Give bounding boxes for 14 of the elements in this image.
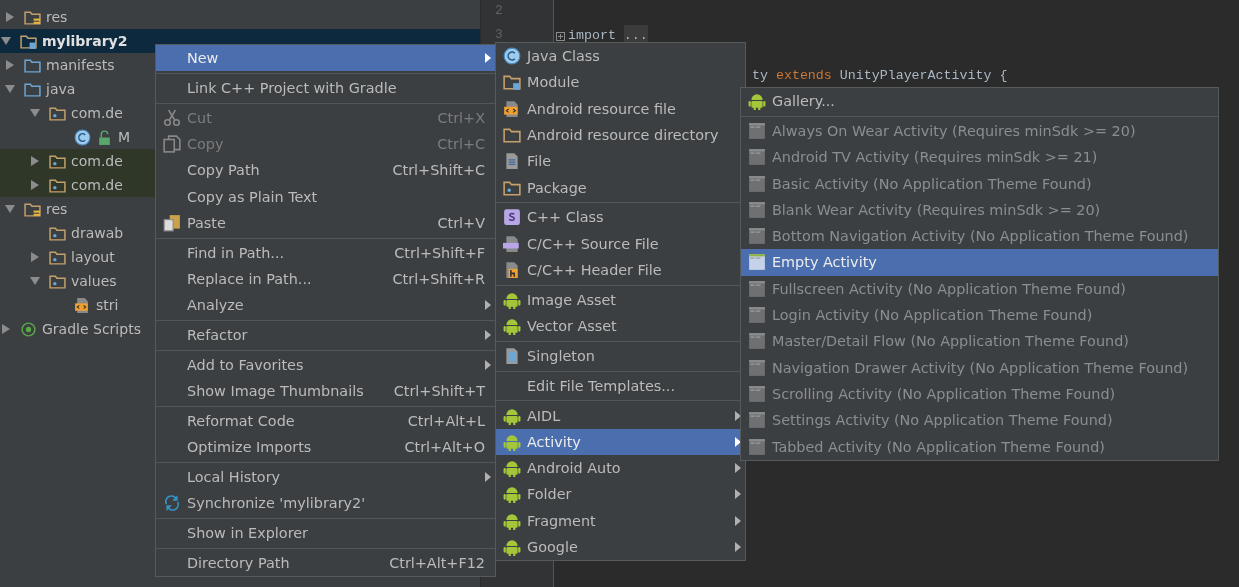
shortcut-label: Ctrl+Alt+L xyxy=(407,413,485,429)
shortcut-label: Ctrl+Shift+R xyxy=(392,271,485,287)
code-text: ty xyxy=(752,67,769,85)
shortcut-label: Ctrl+Alt+F12 xyxy=(389,555,485,571)
code-text: extends xyxy=(775,67,832,85)
shortcut-label: Ctrl+Shift+C xyxy=(392,162,485,179)
code-text: UnityPlayerActivity { xyxy=(838,67,1008,85)
shortcut-label: Ctrl+X xyxy=(437,109,485,126)
shortcut-label: Ctrl+Alt+O xyxy=(404,439,485,456)
code-text: import xyxy=(568,27,617,45)
shortcut-label: Ctrl+Shift+T xyxy=(393,383,485,400)
shortcut-label: Ctrl+V xyxy=(437,214,485,231)
shortcut-label: Ctrl+Shift+F xyxy=(394,244,485,261)
shortcut-label: Ctrl+C xyxy=(437,136,485,153)
